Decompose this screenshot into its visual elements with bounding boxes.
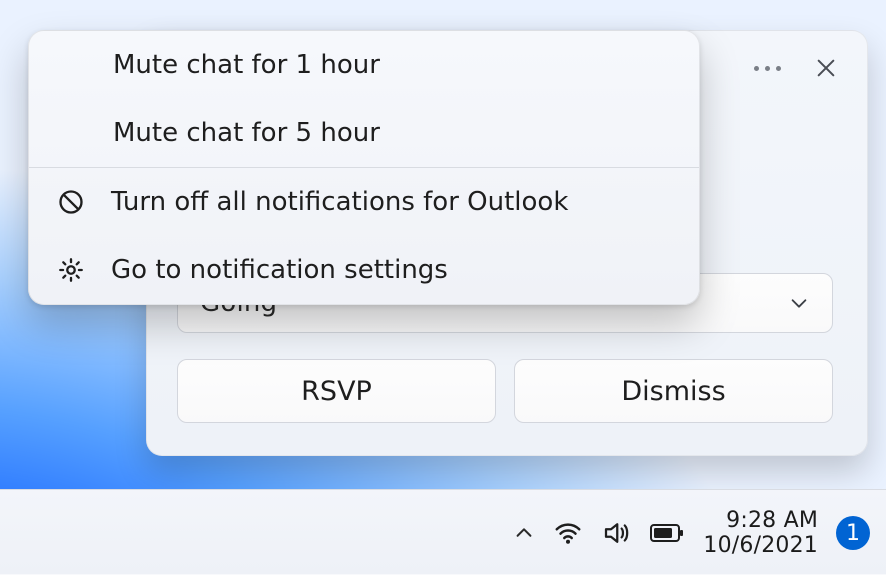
chevron-up-icon — [513, 522, 535, 544]
notification-context-menu: Mute chat for 1 hour Mute chat for 5 hou… — [28, 30, 700, 305]
menu-label: Mute chat for 5 hour — [113, 118, 380, 148]
close-icon — [815, 57, 837, 79]
more-options-button[interactable] — [754, 66, 781, 71]
clock[interactable]: 9:28 AM 10/6/2021 — [703, 508, 818, 559]
battery-status[interactable] — [649, 521, 685, 545]
badge-count: 1 — [846, 521, 860, 546]
menu-label: Go to notification settings — [111, 255, 448, 285]
tray-overflow-button[interactable] — [513, 522, 535, 544]
system-tray: 9:28 AM 10/6/2021 1 — [513, 490, 870, 575]
desktop-background: Going RSVP Dismiss Mute chat for 1 hour … — [0, 0, 886, 575]
rsvp-button-label: RSVP — [301, 376, 372, 407]
dismiss-button-label: Dismiss — [621, 376, 725, 407]
taskbar: 9:28 AM 10/6/2021 1 — [0, 489, 886, 575]
gear-icon — [57, 256, 85, 284]
dismiss-button[interactable]: Dismiss — [514, 359, 833, 423]
prohibit-icon — [57, 188, 85, 216]
menu-label: Mute chat for 1 hour — [113, 50, 380, 80]
menu-item-notification-settings[interactable]: Go to notification settings — [29, 236, 699, 304]
menu-item-mute-5h[interactable]: Mute chat for 5 hour — [29, 99, 699, 167]
volume-status[interactable] — [601, 518, 631, 548]
clock-date: 10/6/2021 — [703, 533, 818, 558]
wifi-status[interactable] — [553, 518, 583, 548]
battery-icon — [649, 521, 685, 545]
chevron-down-icon — [788, 292, 810, 314]
clock-time: 9:28 AM — [703, 508, 818, 533]
menu-item-mute-1h[interactable]: Mute chat for 1 hour — [29, 31, 699, 99]
rsvp-button[interactable]: RSVP — [177, 359, 496, 423]
wifi-icon — [553, 518, 583, 548]
menu-label: Turn off all notifications for Outlook — [111, 187, 568, 217]
speaker-icon — [601, 518, 631, 548]
close-button[interactable] — [815, 57, 837, 79]
menu-item-turn-off-app-notifications[interactable]: Turn off all notifications for Outlook — [29, 168, 699, 236]
notification-center-badge[interactable]: 1 — [836, 516, 870, 550]
